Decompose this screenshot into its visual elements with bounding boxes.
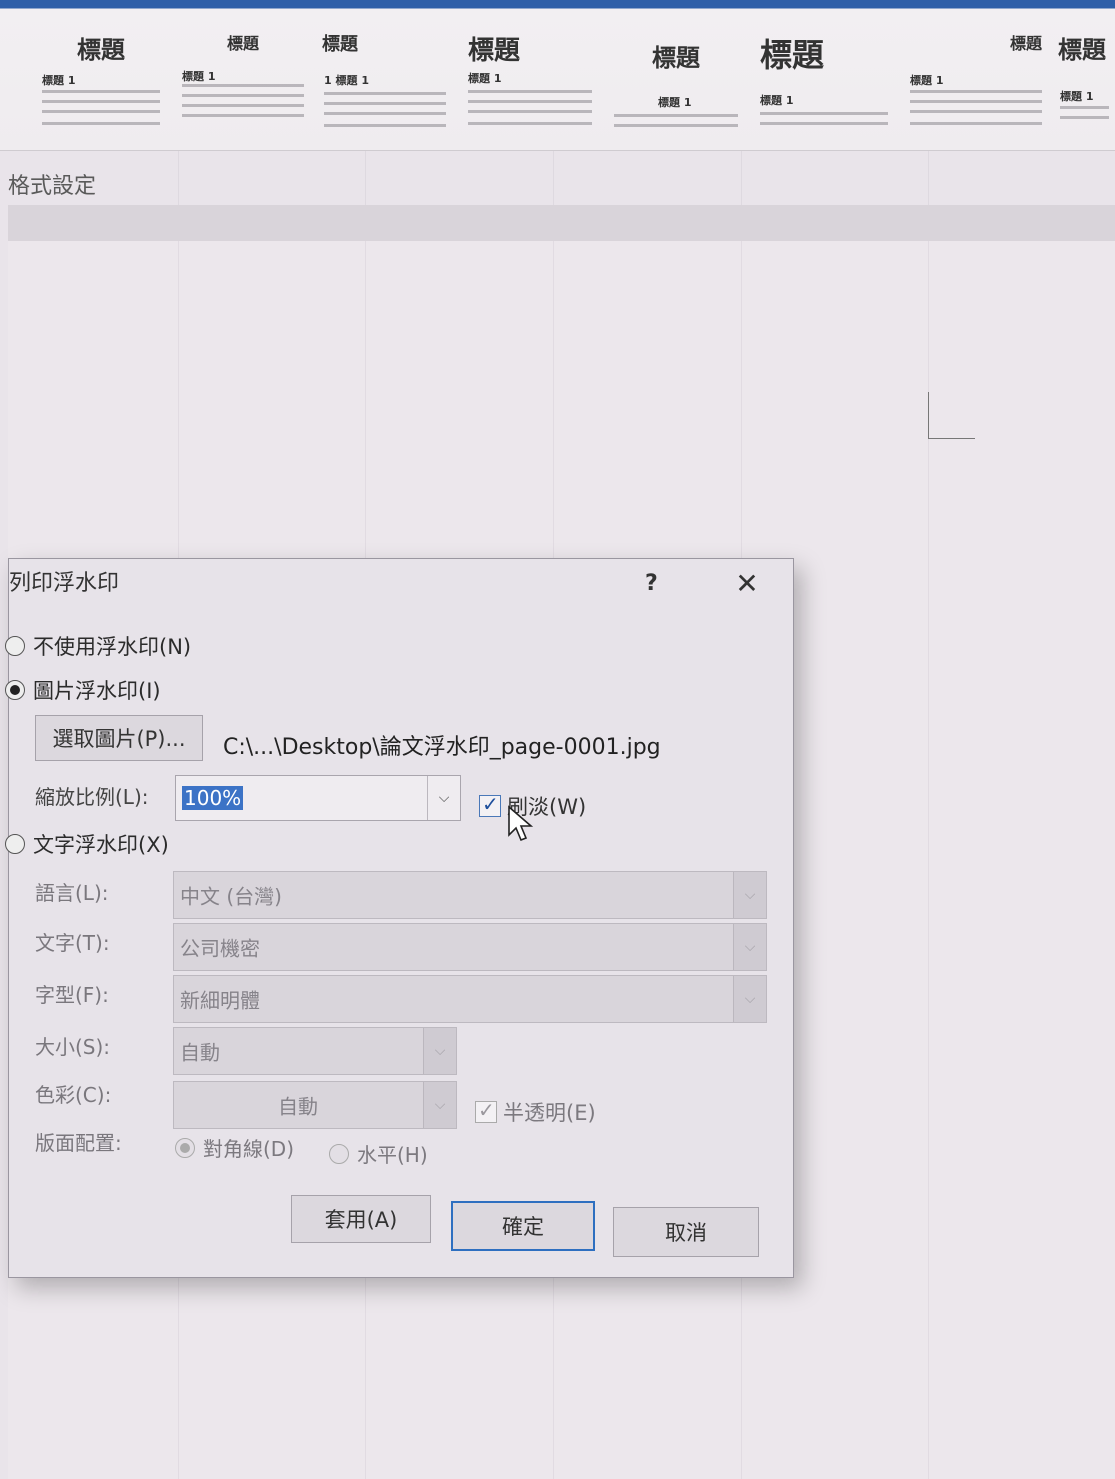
select-picture-button[interactable]: 選取圖片(P)... (35, 715, 203, 761)
scale-label: 縮放比例(L): (35, 785, 149, 809)
chevron-down-icon[interactable]: ⌵ (733, 976, 766, 1022)
radio-button[interactable] (329, 1143, 349, 1164)
font-value: 新細明體 (180, 988, 260, 1013)
chevron-down-icon[interactable]: ⌵ (733, 872, 766, 918)
scale-combobox[interactable]: 100% ⌵ (175, 775, 461, 821)
theme-title: 標題 (322, 34, 358, 55)
checkmark-icon: ✓ (482, 792, 499, 816)
diagonal-option[interactable]: 對角線(D) (175, 1133, 294, 1162)
theme-heading: 標題 1 (182, 70, 216, 83)
picture-path: C:\...\Desktop\論文浮水印_page-0001.jpg (223, 735, 661, 760)
page-corner-mark (928, 392, 975, 439)
semitransparent-checkbox[interactable]: ✓ (475, 1098, 497, 1123)
chevron-down-icon[interactable]: ⌵ (423, 1082, 456, 1128)
theme-thumbnail[interactable]: 標題 標題 1 (904, 30, 1048, 142)
ribbon-bar (8, 205, 1115, 241)
picture-watermark-label: 圖片浮水印(I) (33, 679, 161, 703)
semitransparent-option[interactable]: ✓ 半透明(E) (475, 1097, 596, 1127)
layout-label: 版面配置: (35, 1131, 122, 1155)
text-label: 文字(T): (35, 931, 110, 955)
theme-thumbnail[interactable]: 標題 標題 1 (176, 30, 310, 142)
font-combobox[interactable]: 新細明體 ⌵ (173, 975, 767, 1023)
language-label: 語言(L): (35, 881, 109, 905)
theme-heading: 標題 1 (468, 72, 502, 85)
theme-heading: 標題 1 (1060, 90, 1094, 103)
text-value: 公司機密 (180, 936, 260, 961)
language-combobox[interactable]: 中文 (台灣) ⌵ (173, 871, 767, 919)
color-label: 色彩(C): (35, 1083, 112, 1107)
text-combobox[interactable]: 公司機密 ⌵ (173, 923, 767, 971)
chevron-down-icon[interactable]: ⌵ (423, 1028, 456, 1074)
language-value: 中文 (台灣) (180, 884, 282, 909)
theme-thumbnail[interactable]: 標題 標題 1 (754, 30, 894, 142)
theme-title: 標題 (1009, 34, 1042, 53)
theme-heading: 標題 1 (658, 96, 692, 109)
theme-title: 標題 (77, 35, 125, 64)
scale-value: 100% (182, 786, 244, 810)
dialog-title: 列印浮水印 (9, 571, 120, 596)
theme-heading: 標題 1 (760, 94, 794, 107)
help-icon[interactable]: ? (645, 571, 658, 596)
size-value: 自動 (180, 1040, 220, 1065)
theme-title: 標題 (760, 36, 825, 74)
watermark-dialog: 列印浮水印 ? ✕ 不使用浮水印(N) 圖片浮水印(I) 選取圖片(P)... … (5, 558, 794, 1278)
mouse-cursor-icon (508, 805, 534, 842)
semitransparent-label: 半透明(E) (503, 1101, 596, 1125)
chevron-down-icon[interactable]: ⌵ (733, 924, 766, 970)
horizontal-option[interactable]: 水平(H) (329, 1139, 428, 1168)
theme-thumbnail[interactable]: 標題 標題 1 (608, 30, 744, 142)
color-value: 自動 (278, 1094, 318, 1119)
theme-heading: 標題 1 (42, 74, 76, 87)
theme-thumbnail[interactable]: 標題 標題 1 (462, 30, 598, 142)
theme-title: 標題 (1058, 35, 1106, 64)
theme-title: 標題 (226, 34, 259, 53)
diagonal-label: 對角線(D) (203, 1137, 295, 1161)
washout-checkbox[interactable]: ✓ (479, 792, 501, 817)
horizontal-label: 水平(H) (357, 1143, 428, 1167)
theme-thumbnail[interactable]: 標題 標題 1 (36, 30, 166, 142)
no-watermark-label: 不使用浮水印(N) (33, 635, 192, 659)
checkmark-icon: ✓ (478, 1098, 495, 1122)
theme-title: 標題 (652, 43, 700, 72)
theme-thumbnail[interactable]: 標題 1 標題 1 (318, 30, 452, 142)
theme-heading: 1 標題 1 (324, 74, 369, 87)
section-label: 格式設定 (8, 174, 97, 199)
text-watermark-label: 文字浮水印(X) (33, 833, 169, 857)
theme-thumbnail[interactable]: 標題 標題 1 (1054, 30, 1115, 142)
radio-button[interactable] (5, 636, 25, 656)
chevron-down-icon[interactable]: ⌵ (427, 776, 460, 820)
color-combobox[interactable]: 自動 ⌵ (173, 1081, 457, 1129)
design-theme-gallery: 標題 標題 1 標題 標題 1 標題 1 標題 1 標題 標題 1 標題 標題 … (0, 0, 1115, 151)
radio-button[interactable] (5, 680, 25, 700)
picture-watermark-option[interactable]: 圖片浮水印(I) (5, 675, 161, 705)
radio-button[interactable] (175, 1137, 195, 1158)
radio-button[interactable] (5, 834, 25, 854)
theme-title: 標題 (468, 36, 521, 66)
cancel-button[interactable]: 取消 (613, 1207, 759, 1257)
theme-heading: 標題 1 (910, 74, 944, 87)
size-combobox[interactable]: 自動 ⌵ (173, 1027, 457, 1075)
ok-button[interactable]: 確定 (451, 1201, 595, 1251)
text-watermark-option[interactable]: 文字浮水印(X) (5, 829, 169, 859)
size-label: 大小(S): (35, 1035, 111, 1059)
no-watermark-option[interactable]: 不使用浮水印(N) (5, 631, 191, 661)
close-icon[interactable]: ✕ (731, 567, 763, 600)
apply-button[interactable]: 套用(A) (291, 1195, 431, 1243)
font-label: 字型(F): (35, 983, 109, 1007)
